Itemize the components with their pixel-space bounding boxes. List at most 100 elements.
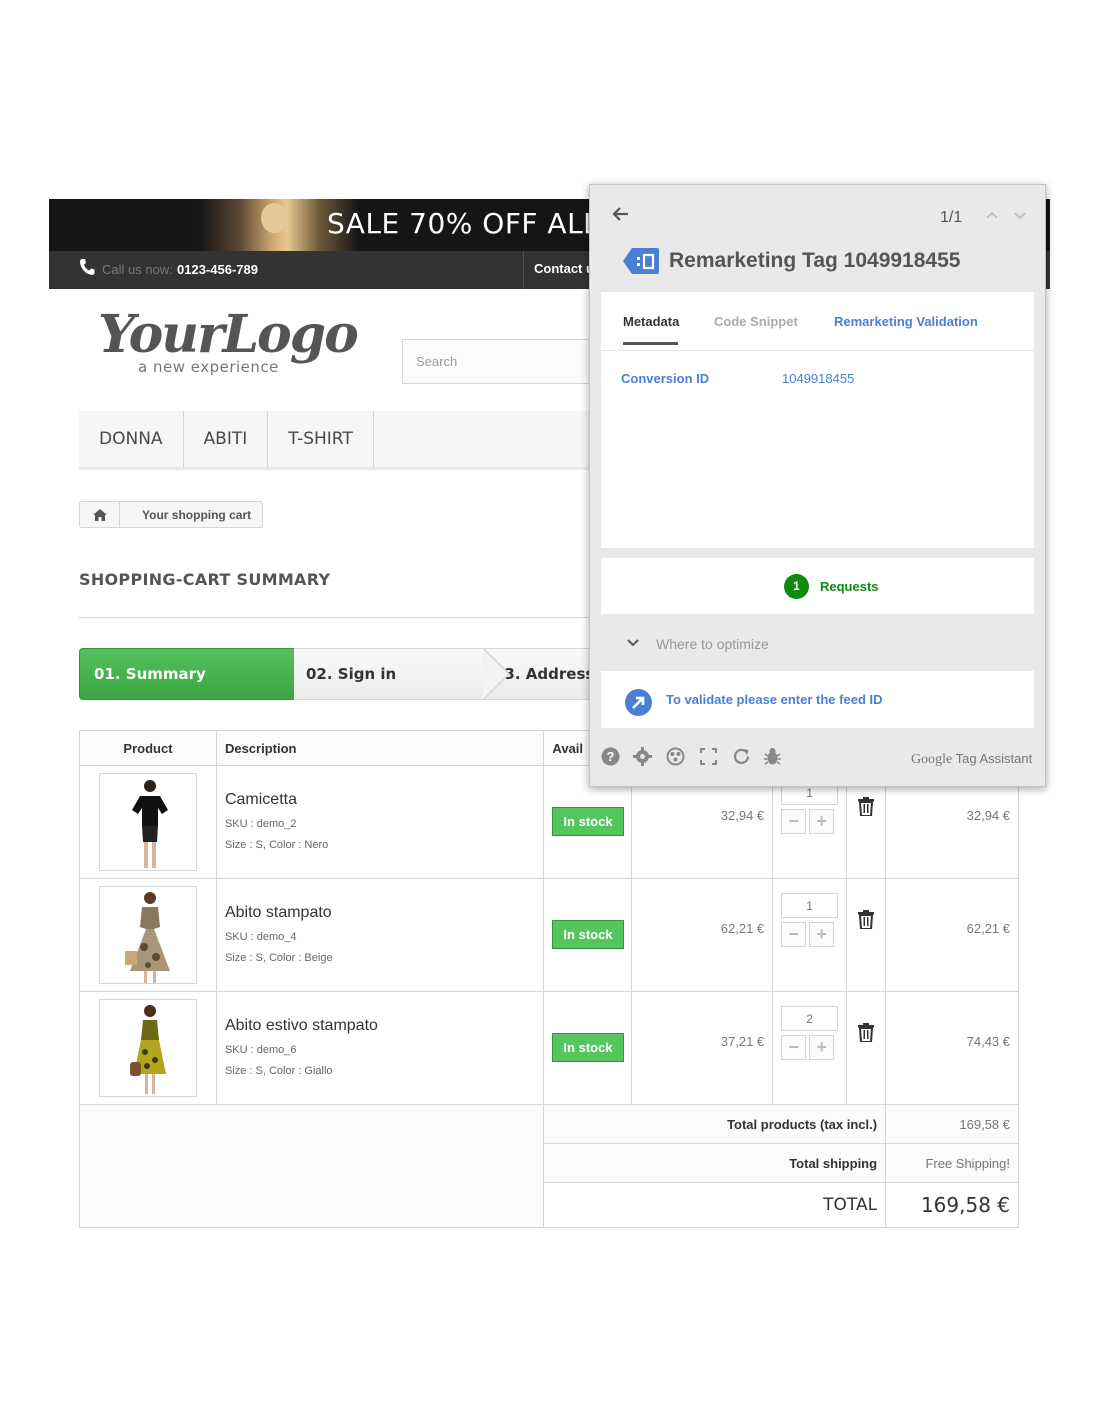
back-arrow-icon[interactable]: [612, 205, 630, 223]
tag-counter: 1/1: [940, 209, 963, 226]
chevron-up-icon[interactable]: [986, 210, 998, 220]
product-name[interactable]: Abito estivo stampato: [225, 1017, 543, 1035]
product-thumbnail[interactable]: [99, 886, 197, 984]
stock-badge: In stock: [552, 920, 624, 949]
table-row: Abito estivo stampato SKU : demo_6 Size …: [79, 991, 1019, 1105]
summary-row: Total products (tax incl.) 169,58 €: [78, 1104, 1019, 1228]
menu-item-abiti[interactable]: ABITI: [184, 411, 269, 467]
quantity-decrease-button[interactable]: −: [781, 1035, 807, 1060]
breadcrumb-home[interactable]: [80, 502, 120, 527]
tab-metadata[interactable]: Metadata: [623, 314, 679, 329]
logo-tagline: a new experience: [136, 358, 281, 376]
tag-title: Remarketing Tag 1049918455: [669, 249, 961, 272]
column-header-description: Description: [215, 730, 545, 766]
trash-icon[interactable]: [858, 797, 875, 817]
checkout-steps: 01. Summary 02. Sign in 03. Address: [79, 648, 604, 700]
divider: [523, 251, 524, 289]
requests-label[interactable]: Requests: [820, 579, 879, 594]
product-attributes: Size : S, Color : Giallo: [224, 1065, 333, 1077]
expand-icon[interactable]: [699, 747, 718, 766]
chevron-down-icon[interactable]: [627, 638, 639, 648]
chevron-down-icon[interactable]: [1014, 210, 1026, 220]
tag-assistant-brand: Google Tag Assistant: [911, 751, 1032, 768]
gear-icon[interactable]: [633, 747, 652, 766]
breadcrumb-current: Your shopping cart: [142, 507, 252, 522]
product-thumbnail[interactable]: [99, 999, 197, 1097]
product-attributes: Size : S, Color : Nero: [224, 839, 329, 851]
page-title: SHOPPING-CART SUMMARY: [79, 570, 331, 589]
help-icon[interactable]: ?: [601, 747, 620, 766]
unit-price: 37,21 €: [631, 991, 774, 1105]
quantity-increase-button[interactable]: +: [809, 1035, 835, 1060]
tag-details-card: Metadata Code Snippet Remarketing Valida…: [601, 292, 1034, 548]
summary-spacer: [78, 1104, 545, 1228]
tag-icon: [623, 248, 659, 274]
quantity-cell: 1 − +: [772, 878, 848, 992]
product-cell: [79, 878, 217, 992]
total-shipping-label: Total shipping: [543, 1143, 887, 1183]
grand-total-label: TOTAL: [543, 1182, 887, 1228]
table-row: Abito stampato SKU : demo_4 Size : S, Co…: [79, 878, 1019, 992]
product-cell: [79, 991, 217, 1105]
active-tab-indicator: [623, 342, 678, 345]
refresh-icon[interactable]: [732, 747, 751, 766]
call-label: Call us now:: [102, 262, 173, 277]
google-wordmark: Google: [911, 752, 953, 767]
step-sign-in[interactable]: 02. Sign in: [294, 648, 510, 700]
delete-cell: [846, 991, 887, 1105]
product-thumbnail[interactable]: [99, 773, 197, 871]
home-icon: [92, 508, 107, 521]
metadata-value: 1049918455: [782, 371, 855, 386]
logo-wordmark: YourLogo: [98, 304, 359, 365]
validate-feed-id-link[interactable]: To validate please enter the feed ID: [666, 692, 883, 707]
product-attributes: Size : S, Color : Beige: [224, 952, 333, 964]
line-total: 62,21 €: [885, 878, 1019, 992]
requests-card[interactable]: 1 Requests: [601, 558, 1034, 614]
where-to-optimize-toggle[interactable]: Where to optimize: [656, 636, 769, 652]
product-cell: [79, 765, 217, 879]
quantity-cell: 2 − +: [772, 991, 848, 1105]
quantity-input[interactable]: 2: [781, 1006, 839, 1031]
line-total: 74,43 €: [885, 991, 1019, 1105]
search-input[interactable]: [403, 340, 601, 383]
trash-icon[interactable]: [858, 910, 875, 930]
description-cell: Camicetta SKU : demo_2 Size : S, Color :…: [215, 765, 545, 879]
site-logo[interactable]: YourLogo a new experience: [98, 304, 359, 383]
unit-price: 62,21 €: [631, 878, 774, 992]
description-cell: Abito stampato SKU : demo_4 Size : S, Co…: [215, 878, 545, 992]
validation-card: To validate please enter the feed ID: [601, 671, 1034, 728]
contact-us-link[interactable]: Contact u: [534, 261, 594, 276]
product-image: [130, 1005, 166, 1094]
tag-assistant-panel: 1/1 Remarketing Tag 1049918455 Metadata …: [589, 184, 1046, 787]
tab-code-snippet[interactable]: Code Snippet: [714, 314, 798, 329]
svg-text:?: ?: [607, 749, 615, 764]
step-summary[interactable]: 01. Summary: [79, 648, 320, 700]
quantity-input[interactable]: 1: [781, 893, 839, 918]
menu-item-t-shirt[interactable]: T-SHIRT: [268, 411, 374, 467]
total-shipping-value: Free Shipping!: [885, 1143, 1019, 1183]
arrow-circle-icon: [625, 689, 652, 716]
divider: [601, 350, 1034, 351]
quantity-increase-button[interactable]: +: [809, 922, 835, 947]
requests-count-badge: 1: [784, 574, 809, 599]
stock-badge: In stock: [552, 807, 624, 836]
product-sku: SKU : demo_4: [224, 931, 297, 943]
tab-remarketing-validation[interactable]: Remarketing Validation: [834, 314, 978, 329]
grand-total-value: 169,58 €: [885, 1182, 1019, 1228]
quantity-decrease-button[interactable]: −: [781, 809, 807, 834]
search-box: [402, 339, 602, 384]
availability-cell: In stock: [543, 991, 633, 1105]
product-name[interactable]: Abito stampato: [225, 904, 543, 922]
quantity-decrease-button[interactable]: −: [781, 922, 807, 947]
stock-badge: In stock: [552, 1033, 624, 1062]
phone-icon: [80, 259, 95, 275]
bug-icon[interactable]: [763, 747, 782, 766]
product-name[interactable]: Camicetta: [225, 791, 543, 809]
breadcrumb: Your shopping cart: [79, 501, 263, 528]
total-products-label: Total products (tax incl.): [543, 1104, 887, 1144]
trash-icon[interactable]: [858, 1023, 875, 1043]
menu-item-donna[interactable]: DONNA: [79, 411, 184, 467]
quantity-increase-button[interactable]: +: [809, 809, 835, 834]
delete-cell: [846, 878, 887, 992]
record-icon[interactable]: [666, 747, 685, 766]
